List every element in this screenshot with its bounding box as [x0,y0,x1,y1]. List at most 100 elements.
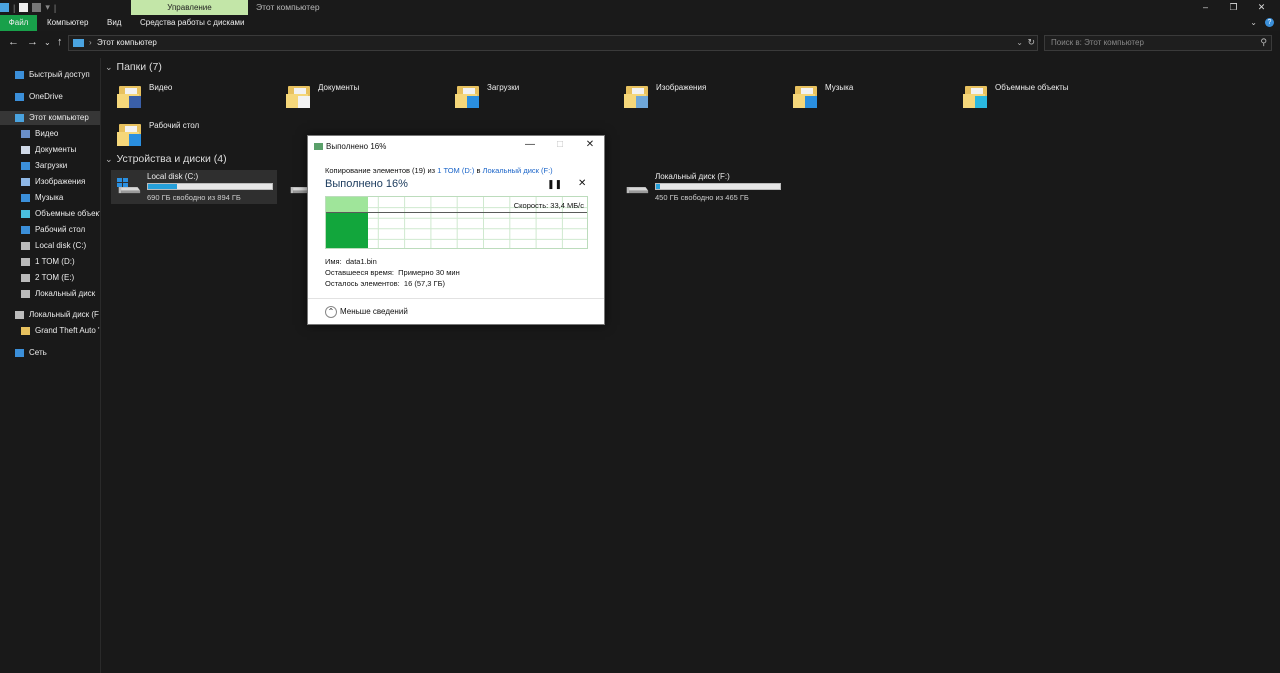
folder-name: Объемные объекты [995,83,1069,92]
drive-tile-d[interactable] [283,170,313,204]
pause-button[interactable]: ❚❚ [547,179,562,190]
documents-icon [298,96,310,108]
folder-item[interactable]: Музыка [793,80,953,114]
speed-line [326,212,587,213]
sidebar-item[interactable]: 2 ТОМ (E:) [0,271,100,285]
sidebar-item[interactable]: Локальный диск (F [0,308,100,322]
address-bar-row: ← → ⌄ ↑ › Этот компьютер ⌄ ↻ Поиск в: Эт… [0,33,1280,53]
breadcrumb[interactable]: Этот компьютер [97,38,157,47]
sidebar-item[interactable]: Видео [0,127,100,141]
chevron-down-icon[interactable]: ⌄ [1016,38,1023,47]
sidebar-item[interactable]: Local disk (C:) [0,239,100,253]
star-icon [15,71,24,79]
windows-logo-icon [117,178,128,187]
title-bar: | ▾ | Управление Этот компьютер – ❐ ✕ [0,0,1280,15]
folder-name: Видео [149,83,173,92]
drive-icon [21,290,30,298]
recent-locations-button[interactable]: ⌄ [44,38,51,47]
customize-chevron-icon[interactable]: ▾ [45,2,50,13]
group-header-drives[interactable]: ⌄ Устройства и диски (4) [105,153,227,165]
sidebar-item-label: Загрузки [35,161,68,170]
music-icon [21,194,30,202]
chevron-down-icon[interactable]: ⌄ [105,62,113,72]
maximize-button[interactable]: ❐ [1220,0,1247,15]
new-folder-icon[interactable] [32,3,42,12]
folder-icon [117,82,143,108]
stop-button[interactable]: ✕ [578,178,586,189]
folder-item[interactable]: Загрузки [455,80,615,114]
navigation-pane: Быстрый доступ OneDrive Этот компьютер Виде… [0,58,101,673]
sidebar-item[interactable]: Grand Theft Auto ' [0,324,100,338]
back-button[interactable]: ← [8,36,19,48]
sidebar-item-label: 2 ТОМ (E:) [35,273,75,282]
address-field[interactable]: › Этот компьютер ⌄ ↻ [68,35,1038,51]
drive-usage-bar [147,183,273,190]
up-button[interactable]: ↑ [57,36,63,48]
pc-icon [15,114,24,122]
folder-item[interactable]: Объемные объекты [963,80,1123,114]
sidebar-item[interactable]: Загрузки [0,159,100,173]
folder-item[interactable]: Документы [286,80,446,114]
tab-drive-tools[interactable]: Средства работы с дисками [140,15,245,31]
drive-icon [21,274,30,282]
folder-item[interactable]: Видео [117,80,277,114]
properties-icon[interactable] [19,3,29,12]
tab-view[interactable]: Вид [107,15,121,31]
sidebar-item-label: Рабочий стол [35,225,86,234]
sidebar-item[interactable]: Сеть [0,346,100,360]
search-icon[interactable]: ⚲ [1260,37,1267,48]
source-link[interactable]: 1 ТОМ (D:) [437,166,474,175]
sidebar-item[interactable]: 1 ТОМ (D:) [0,255,100,269]
folder-icon [117,120,143,146]
sidebar-item-label: Объемные объекты [35,209,100,218]
drive-tile-f[interactable]: Локальный диск (F:) 450 ГБ свободно из 4… [619,170,785,204]
progress-percent: Выполнено 16% [325,178,408,190]
tab-file[interactable]: Файл [0,15,37,31]
minimize-button[interactable]: — [520,139,540,150]
less-details-button[interactable]: ⌃ Меньше сведений [325,306,408,318]
progress-fill-top [326,197,369,213]
sidebar-item[interactable]: Объемные объекты [0,207,100,221]
sidebar-item[interactable]: Рабочий стол [0,223,100,237]
quick-access-toolbar: | ▾ | [0,2,56,13]
minimize-button[interactable]: – [1192,0,1219,15]
sidebar-item[interactable]: Изображения [0,175,100,189]
help-icon[interactable]: ? [1265,18,1274,27]
time-remaining-row: Оставшееся время: Примерно 30 мин [325,268,460,277]
sidebar-item-label: Локальный диск [35,289,96,298]
documents-icon [21,146,30,154]
breadcrumb-chevron-icon[interactable]: › [89,38,92,47]
folder-item[interactable]: Изображения [624,80,784,114]
group-header-folders[interactable]: ⌄ Папки (7) [105,61,162,73]
sidebar-item[interactable]: Этот компьютер [0,111,100,125]
drive-icon [15,311,24,319]
items-value: 16 (57,3 ГБ) [403,279,446,288]
sidebar-item[interactable]: Музыка [0,191,100,205]
desktop-icon [129,134,141,146]
drive-tile-c[interactable]: Local disk (C:) 690 ГБ свободно из 894 Г… [111,170,277,204]
tab-manage[interactable]: Управление [131,0,248,15]
cloud-icon [15,93,24,101]
sidebar-item[interactable]: OneDrive [0,90,100,104]
sidebar-item[interactable]: Документы [0,143,100,157]
less-details-label: Меньше сведений [340,307,408,317]
forward-button[interactable]: → [27,36,38,48]
chevron-down-icon[interactable]: ⌄ [105,154,113,164]
video-icon [129,96,141,108]
sidebar-item-label: 1 ТОМ (D:) [35,257,75,266]
close-button[interactable]: ✕ [580,139,600,150]
refresh-icon[interactable]: ↻ [1027,37,1035,48]
search-input[interactable]: Поиск в: Этот компьютер ⚲ [1044,35,1272,51]
close-button[interactable]: ✕ [1248,0,1275,15]
drive-name: Локальный диск (F:) [655,172,730,181]
sidebar-item[interactable]: Быстрый доступ [0,68,100,82]
sidebar-item-label: Быстрый доступ [29,70,90,79]
destination-link[interactable]: Локальный диск (F:) [483,166,553,175]
chevron-down-icon[interactable]: ⌄ [1250,18,1257,27]
folder-item[interactable]: Рабочий стол [117,118,277,152]
chevron-up-icon: ⌃ [325,306,337,318]
tab-computer[interactable]: Компьютер [47,15,88,31]
downloads-icon [467,96,479,108]
sidebar-item[interactable]: Локальный диск [0,287,100,301]
sidebar-item-label: Local disk (C:) [35,241,87,250]
